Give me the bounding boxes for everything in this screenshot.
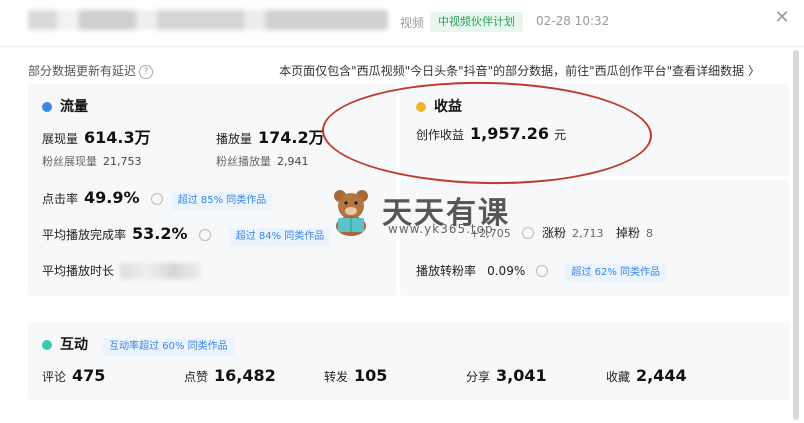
data-delay-notice: 部分数据更新有延迟? (28, 62, 154, 79)
fan-plays-label: 粉丝播放量 (216, 155, 271, 168)
traffic-header: 流量 (42, 96, 88, 116)
interaction-tag: 互动率超过 60% 同类作品 (103, 338, 234, 356)
clock-icon (536, 264, 549, 277)
bear-logo-icon (334, 190, 368, 236)
ctr-label: 点击率 (42, 192, 79, 206)
fans-gain-label: 涨粉 (542, 226, 567, 240)
plays-value: 174.2万 (258, 128, 325, 147)
completion-value: 53.2% (132, 224, 188, 243)
help-icon[interactable]: ? (139, 64, 154, 79)
ctr-tag: 超过 85% 同类作品 (171, 192, 273, 210)
fans-gain-metric: 涨粉 2,713 (542, 222, 604, 241)
fans-loss-value: 8 (646, 227, 654, 240)
video-category: 视频 (400, 16, 425, 30)
comments-value: 475 (72, 366, 106, 385)
fan-impressions-label: 粉丝展现量 (42, 155, 97, 168)
fans-gain-value: 2,713 (572, 227, 604, 240)
conversion-label: 播放转粉率 (416, 264, 477, 278)
comments-metric: 评论 475 (42, 366, 105, 385)
conversion-metric: 播放转粉率 0.09% 超过 62% 同类作品 (416, 260, 667, 282)
plays-label: 播放量 (216, 132, 253, 146)
plays-metric: 播放量 174.2万 (216, 124, 325, 148)
fan-impressions-metric: 粉丝展现量 21,753 (42, 153, 142, 169)
clock-icon (521, 226, 534, 239)
program-badge: 中视频伙伴计划 (430, 12, 523, 32)
clock-icon (198, 228, 211, 241)
likes-value: 16,482 (214, 366, 276, 385)
likes-metric: 点赞 16,482 (184, 366, 276, 385)
impressions-metric: 展现量 614.3万 (42, 124, 151, 148)
likes-label: 点赞 (184, 370, 209, 384)
reposts-value: 105 (354, 366, 388, 385)
platform-link[interactable]: 本页面仅包含"西瓜视频"今日头条"抖音"的部分数据，前往"西瓜创作平台"查看详细… (279, 62, 760, 79)
reposts-label: 转发 (324, 370, 349, 384)
video-title-blurred (28, 10, 388, 30)
favorites-value: 2,444 (636, 366, 687, 385)
conversion-tag: 超过 62% 同类作品 (565, 264, 667, 282)
traffic-title: 流量 (60, 99, 88, 115)
avg-duration-value-blurred (120, 262, 201, 279)
avg-duration-label: 平均播放时长 (42, 264, 115, 278)
fan-plays-value: 2,941 (277, 155, 309, 168)
vertical-scrollbar[interactable] (793, 50, 799, 420)
impressions-label: 展现量 (42, 132, 79, 146)
conversion-value: 0.09% (487, 264, 526, 278)
shares-label: 分享 (466, 370, 491, 384)
shares-value: 3,041 (496, 366, 547, 385)
fans-loss-label: 掉粉 (616, 226, 641, 240)
interaction-title: 互动 (60, 337, 88, 353)
comments-label: 评论 (42, 370, 67, 384)
completion-label: 平均播放完成率 (42, 228, 127, 242)
completion-metric: 平均播放完成率 53.2% 超过 84% 同类作品 (42, 224, 331, 246)
favorites-metric: 收藏 2,444 (606, 366, 687, 385)
impressions-value: 614.3万 (84, 128, 151, 147)
fan-plays-metric: 粉丝播放量 2,941 (216, 153, 309, 169)
fans-loss-metric: 掉粉 8 (616, 222, 653, 241)
traffic-drop-icon (42, 101, 52, 112)
publish-time: 02-28 10:32 (536, 14, 610, 28)
clock-icon (150, 192, 163, 205)
data-delay-text: 部分数据更新有延迟 (28, 64, 137, 78)
fan-impressions-value: 21,753 (103, 155, 142, 168)
ctr-metric: 点击率 49.9% 超过 85% 同类作品 (42, 188, 273, 210)
avg-duration-metric: 平均播放时长 (42, 260, 201, 279)
favorites-label: 收藏 (606, 370, 631, 384)
completion-tag: 超过 84% 同类作品 (229, 228, 331, 246)
close-icon[interactable]: ✕ (772, 8, 792, 28)
shares-metric: 分享 3,041 (466, 366, 547, 385)
interaction-header: 互动 互动率超过 60% 同类作品 (42, 334, 234, 356)
chat-bubble-icon (42, 339, 52, 350)
reposts-metric: 转发 105 (324, 366, 387, 385)
watermark-url: www.yk365.top (388, 222, 494, 236)
ctr-value: 49.9% (84, 188, 140, 207)
header-divider (0, 46, 804, 47)
